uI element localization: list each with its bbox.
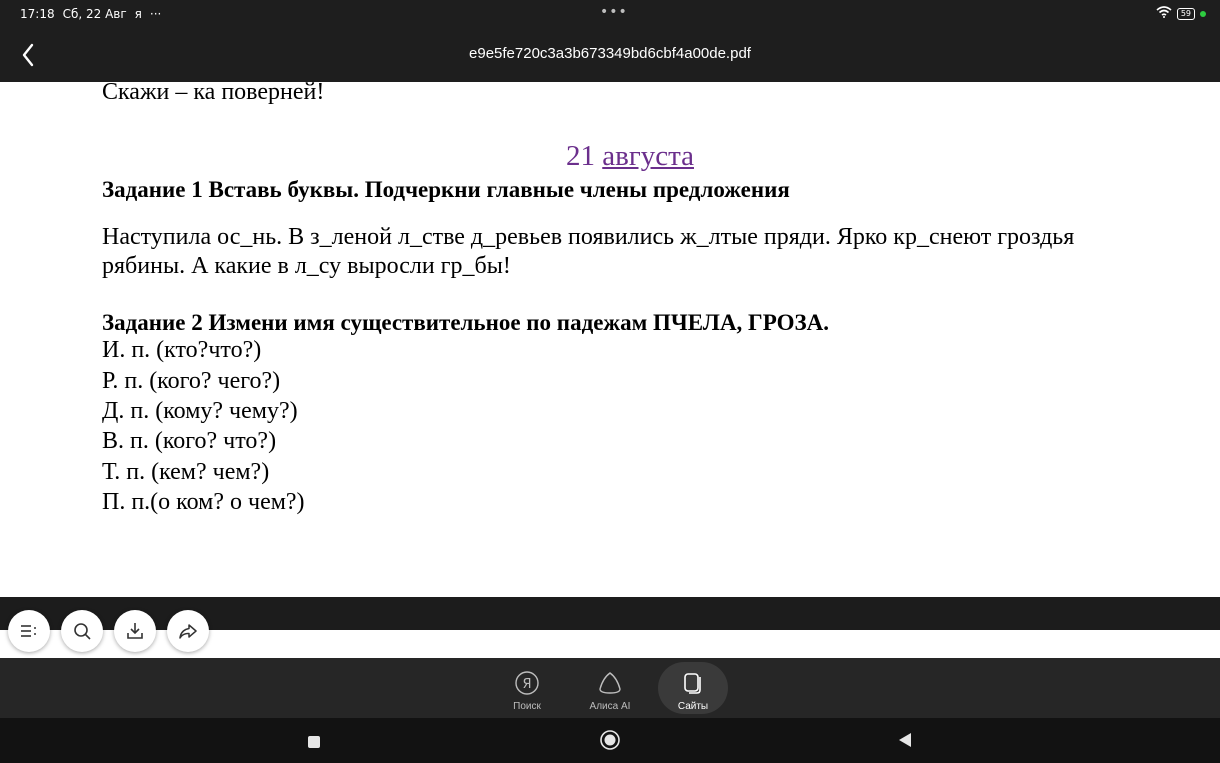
doc-date: 21 августа (566, 140, 694, 173)
doc-date-day: 21 (566, 140, 595, 172)
download-button[interactable] (114, 610, 156, 652)
nav-item-search[interactable]: Я Поиск (492, 662, 562, 714)
nav-item-label: Поиск (513, 701, 541, 712)
doc-date-month: августа (602, 140, 694, 172)
system-nav-bar (0, 718, 1220, 763)
menu-icon (21, 625, 36, 637)
case-line: П. п.(о ком? о чем?) (102, 489, 305, 515)
recents-icon (308, 736, 320, 748)
share-icon (179, 624, 197, 639)
download-icon (127, 623, 143, 639)
home-icon (600, 730, 620, 750)
case-line: В. п. (кого? что?) (102, 428, 277, 454)
task2-heading: Задание 2 Измени имя существительное по … (102, 310, 829, 335)
back-nav-button[interactable] (898, 732, 912, 752)
task1-text-line1: Наступила ос_нь. В з_леной л_стве д_ревь… (102, 224, 1075, 250)
battery-indicator: 59 (1176, 7, 1195, 20)
wifi-icon (1156, 6, 1172, 21)
title-bar: e9e5fe720c3a3b673349bd6cbf4a00de.pdf (0, 28, 1220, 82)
status-time: 17:18 (20, 7, 55, 21)
status-center-dots: ••• (600, 4, 628, 20)
case-line: Д. п. (кому? чему?) (102, 398, 298, 424)
case-line: Р. п. (кого? чего?) (102, 368, 281, 394)
case-line: И. п. (кто?что?) (102, 337, 262, 363)
nav-item-label: Сайты (677, 701, 709, 712)
recents-button[interactable] (307, 734, 321, 753)
status-app-glyph: я (134, 7, 142, 21)
task1-heading: Задание 1 Вставь буквы. Подчеркни главны… (102, 177, 790, 202)
search-button[interactable] (61, 610, 103, 652)
pdf-page: Скажи – ка поверней! 21 августа Задание … (0, 79, 1220, 597)
svg-text:Я: Я (522, 677, 531, 692)
doc-top-line: Скажи – ка поверней! (102, 79, 325, 105)
search-icon (74, 623, 91, 640)
task1-text-line2: рябины. А какие в л_су выросли гр_бы! (102, 253, 511, 279)
nav-item-label: Алиса AI (589, 701, 631, 712)
page-title: e9e5fe720c3a3b673349bd6cbf4a00de.pdf (469, 45, 751, 62)
status-date: Сб, 22 Авг (62, 7, 127, 21)
tabs-icon (684, 673, 701, 694)
nav-item-alice[interactable]: Алиса AI (575, 662, 645, 714)
status-bar: 17:18 Сб, 22 Авг я ··· ••• 59 (0, 0, 1220, 28)
share-button[interactable] (167, 610, 209, 652)
status-more: ··· (149, 7, 162, 21)
bottom-navigation: Я Поиск Алиса AI Сайты (0, 658, 1220, 718)
triangle-back-icon (899, 733, 911, 747)
alice-icon (599, 672, 621, 694)
yandex-icon: Я (515, 671, 539, 695)
status-green-dot (1200, 10, 1206, 17)
case-line: Т. п. (кем? чем?) (102, 459, 270, 485)
home-button[interactable] (599, 729, 621, 755)
menu-button[interactable] (8, 610, 50, 652)
nav-item-sites[interactable]: Сайты (658, 662, 728, 714)
